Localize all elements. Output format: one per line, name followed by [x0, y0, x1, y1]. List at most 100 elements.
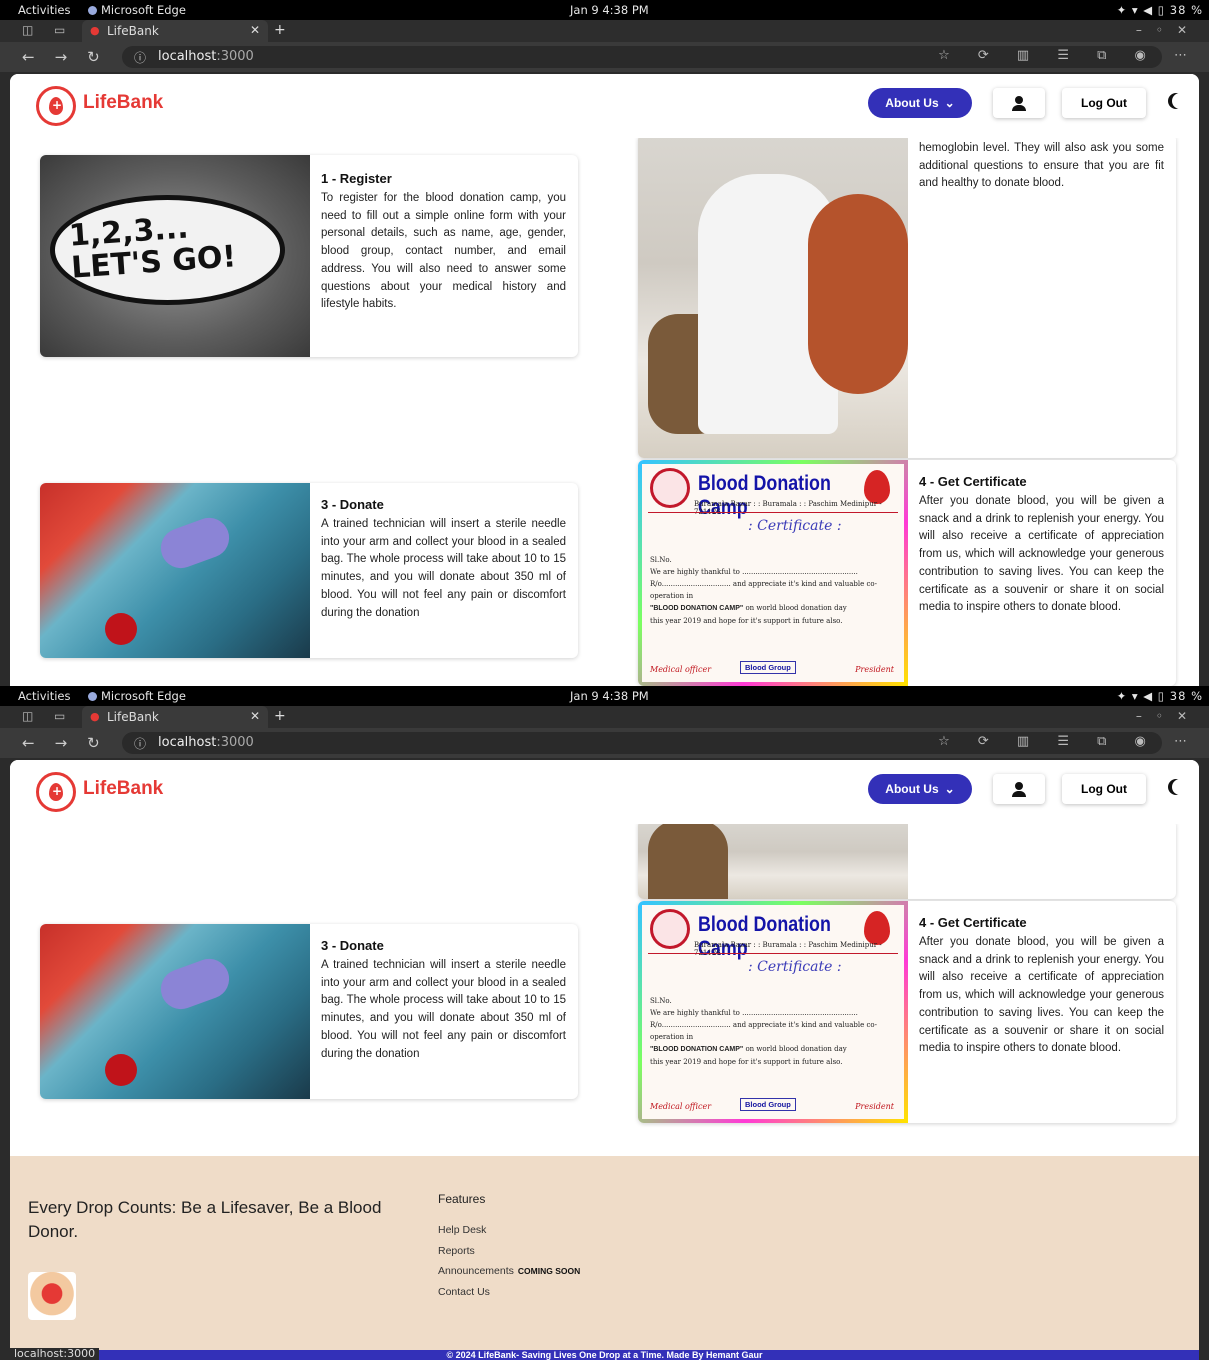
step-title: 3 - Donate: [321, 938, 384, 953]
chevron-down-icon: ⌄: [944, 782, 955, 796]
step-card-certificate: Blood Donation Camp Buramala Bazar : : B…: [638, 901, 1176, 1123]
certificate-image: Blood Donation Camp Buramala Bazar : : B…: [638, 460, 908, 686]
new-tab-icon[interactable]: +: [274, 708, 286, 724]
camp-seal-icon: [650, 909, 690, 949]
lifebank-favicon-icon: ●: [90, 24, 100, 37]
step-card-checkup: [638, 820, 1176, 899]
doctor-checkup-image: [638, 134, 908, 458]
close-tab-icon[interactable]: ✕: [250, 709, 260, 723]
blood-donation-image: [40, 483, 310, 658]
dark-mode-moon-icon[interactable]: [1172, 779, 1188, 795]
site-navbar: LifeBank About Us⌄ Log Out: [10, 760, 1199, 824]
certificate-image: Blood Donation Camp Buramala Bazar : : B…: [638, 901, 908, 1123]
lifebank-logo-icon[interactable]: [36, 86, 76, 126]
step-title: 4 - Get Certificate: [919, 915, 1027, 930]
dark-mode-moon-icon[interactable]: [1172, 93, 1188, 109]
camp-seal-icon: [650, 468, 690, 508]
edge-icon: [88, 692, 97, 701]
step-description: To register for the blood donation camp,…: [321, 192, 566, 311]
step-card-register: 1,2,3... LET'S GO! 1 - Register To regist…: [40, 155, 578, 357]
workspaces-icon[interactable]: ◫: [22, 23, 33, 37]
step-title: 3 - Donate: [321, 497, 384, 512]
system-top-bar: Activities Microsoft Edge Jan 9 4:38 PM …: [0, 0, 1209, 20]
toolbar-icons[interactable]: ☆ ⟳ ▥ ☰ ⧉ ◉ ⋯: [938, 734, 1199, 749]
step-description: hemoglobin level. They will also ask you…: [919, 142, 1164, 190]
profile-button[interactable]: [993, 88, 1045, 118]
system-tray[interactable]: ✦ ▾ ◀ ▯ 38 %: [1117, 689, 1203, 703]
nav-buttons[interactable]: ←→↻: [22, 734, 120, 752]
window-controls[interactable]: –◦✕: [1136, 709, 1201, 723]
logout-button[interactable]: Log Out: [1062, 88, 1146, 118]
system-top-bar: Activities Microsoft Edge Jan 9 4:38 PM …: [0, 686, 1209, 706]
site-navbar: LifeBank About Us⌄ Log Out: [10, 74, 1199, 138]
brand-name[interactable]: LifeBank: [83, 778, 163, 800]
footer-tagline: Every Drop Counts: Be a Lifesaver, Be a …: [28, 1198, 382, 1241]
screenshot-top: Activities Microsoft Edge Jan 9 4:38 PM …: [0, 0, 1209, 686]
blood-drop-mascot-icon: [864, 911, 890, 945]
footer-link-announcements[interactable]: Announcements COMING SOON: [438, 1261, 580, 1282]
chevron-down-icon: ⌄: [944, 96, 955, 110]
tab-actions-icon[interactable]: ▭: [54, 709, 65, 723]
blood-drop-mascot-icon: [864, 470, 890, 504]
user-icon: [1015, 782, 1023, 790]
about-us-button[interactable]: About Us ⌄: [868, 774, 972, 804]
site-info-icon[interactable]: ⓘ: [134, 735, 146, 752]
footer-links: Help Desk Reports Announcements COMING SO…: [438, 1220, 580, 1302]
activities-button[interactable]: Activities: [18, 689, 70, 703]
tab-bar: ◫ ▭ ● LifeBank ✕ + –◦✕: [0, 706, 1209, 728]
lets-go-image: 1,2,3... LET'S GO!: [40, 155, 310, 357]
tab-actions-icon[interactable]: ▭: [54, 23, 65, 37]
site-info-icon[interactable]: ⓘ: [134, 49, 146, 66]
activities-button[interactable]: Activities: [18, 3, 70, 17]
step-description: A trained technician will insert a steri…: [321, 959, 566, 1060]
url-text: localhost:3000: [158, 49, 254, 64]
page-viewport: LifeBank About Us⌄ Log Out 3 - Donate A …: [10, 760, 1199, 1360]
step-card-checkup: hemoglobin level. They will also ask you…: [638, 134, 1176, 458]
footer-link-reports[interactable]: Reports: [438, 1241, 580, 1262]
toolbar-icons[interactable]: ☆ ⟳ ▥ ☰ ⧉ ◉ ⋯: [938, 48, 1199, 63]
step-description: After you donate blood, you will be give…: [919, 936, 1164, 1055]
coming-soon-badge: COMING SOON: [517, 1266, 581, 1276]
address-bar-row: ←→↻ ⓘ localhost:3000 ☆ ⟳ ▥ ☰ ⧉ ◉ ⋯: [0, 728, 1209, 758]
screenshot-bottom: Activities Microsoft Edge Jan 9 4:38 PM …: [0, 686, 1209, 1360]
step-description: After you donate blood, you will be give…: [919, 495, 1164, 614]
step-card-certificate: Blood Donation Camp Buramala Bazar : : B…: [638, 460, 1176, 686]
tab-lifebank[interactable]: ● LifeBank ✕: [82, 20, 268, 42]
nav-buttons[interactable]: ←→↻: [22, 48, 120, 66]
footer-link-contact-us[interactable]: Contact Us: [438, 1282, 580, 1303]
app-menu[interactable]: Microsoft Edge: [88, 3, 186, 17]
footer-link-help-desk[interactable]: Help Desk: [438, 1220, 580, 1241]
clock[interactable]: Jan 9 4:38 PM: [570, 689, 649, 703]
profile-button[interactable]: [993, 774, 1045, 804]
close-tab-icon[interactable]: ✕: [250, 23, 260, 37]
step-title: 1 - Register: [321, 171, 392, 186]
step-card-donate: 3 - Donate A trained technician will ins…: [40, 924, 578, 1099]
system-tray[interactable]: ✦ ▾ ◀ ▯ 38 %: [1117, 3, 1203, 17]
step-card-donate: 3 - Donate A trained technician will ins…: [40, 483, 578, 658]
lifebank-logo-icon[interactable]: [36, 772, 76, 812]
link-status-bar: localhost:3000: [10, 1348, 100, 1360]
edge-icon: [88, 6, 97, 15]
battery-level: 38 %: [1169, 689, 1203, 703]
address-bar-row: ←→↻ ⓘ localhost:3000 ☆ ⟳ ▥ ☰ ⧉ ◉ ⋯: [0, 42, 1209, 72]
doctor-checkup-image: [638, 820, 908, 899]
tab-bar: ◫ ▭ ● LifeBank ✕ + –◦✕: [0, 20, 1209, 42]
app-name: Microsoft Edge: [101, 3, 186, 17]
brand-name[interactable]: LifeBank: [83, 92, 163, 114]
workspaces-icon[interactable]: ◫: [22, 709, 33, 723]
app-menu[interactable]: Microsoft Edge: [88, 689, 186, 703]
site-footer: Every Drop Counts: Be a Lifesaver, Be a …: [10, 1156, 1199, 1360]
hands-heart-icon: [28, 1272, 76, 1320]
new-tab-icon[interactable]: +: [274, 22, 286, 38]
step-description: A trained technician will insert a steri…: [321, 518, 566, 619]
logout-button[interactable]: Log Out: [1062, 774, 1146, 804]
clock[interactable]: Jan 9 4:38 PM: [570, 3, 649, 17]
user-icon: [1015, 96, 1023, 104]
app-name: Microsoft Edge: [101, 689, 186, 703]
blood-donation-image: [40, 924, 310, 1099]
about-us-button[interactable]: About Us ⌄: [868, 88, 972, 118]
window-controls[interactable]: –◦✕: [1136, 23, 1201, 37]
tab-lifebank[interactable]: ● LifeBank ✕: [82, 706, 268, 728]
lifebank-favicon-icon: ●: [90, 710, 100, 723]
step-title: 4 - Get Certificate: [919, 474, 1027, 489]
